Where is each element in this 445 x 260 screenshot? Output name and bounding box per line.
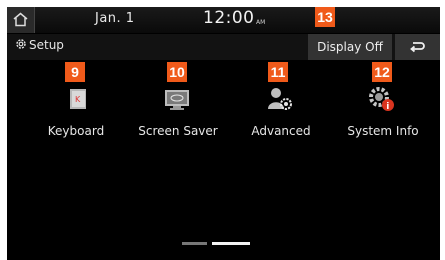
back-arrow-icon: [410, 42, 425, 53]
tile-label: Keyboard: [47, 124, 105, 138]
system-info-icon: i: [369, 87, 394, 112]
callout-badge-9: 9: [65, 62, 85, 82]
page-indicator-active: [212, 242, 250, 245]
svg-text:K: K: [75, 95, 81, 104]
tile-label: System Info: [347, 124, 419, 138]
setup-gear-icon: [16, 39, 26, 49]
callout-badge-12: 12: [372, 62, 392, 82]
callout-badge-11: 11: [268, 62, 288, 82]
home-icon: [13, 12, 28, 27]
page-indicator-inactive: [182, 242, 207, 245]
date-display: Jan. 1: [95, 11, 135, 26]
back-button[interactable]: [395, 34, 440, 60]
svg-text:i: i: [386, 102, 389, 112]
tile-label: Screen Saver: [138, 124, 218, 138]
status-bar: Jan. 1 12:00 AM: [7, 7, 440, 33]
am-pm-indicator: AM: [256, 19, 266, 26]
screen-saver-icon: [165, 90, 189, 110]
display-off-button[interactable]: Display Off: [308, 34, 392, 60]
keyboard-icon: K: [70, 89, 86, 109]
clock: 12:00: [203, 8, 255, 28]
callout-badge-13: 13: [315, 7, 335, 27]
home-button[interactable]: [7, 7, 35, 33]
tile-label: Advanced: [251, 124, 311, 138]
head-unit-screen: Jan. 1 12:00 AM Setup Display Off 13 9 K…: [7, 7, 440, 260]
page-title: Setup: [29, 38, 64, 52]
advanced-icon: [268, 88, 292, 110]
callout-badge-10: 10: [167, 62, 187, 82]
